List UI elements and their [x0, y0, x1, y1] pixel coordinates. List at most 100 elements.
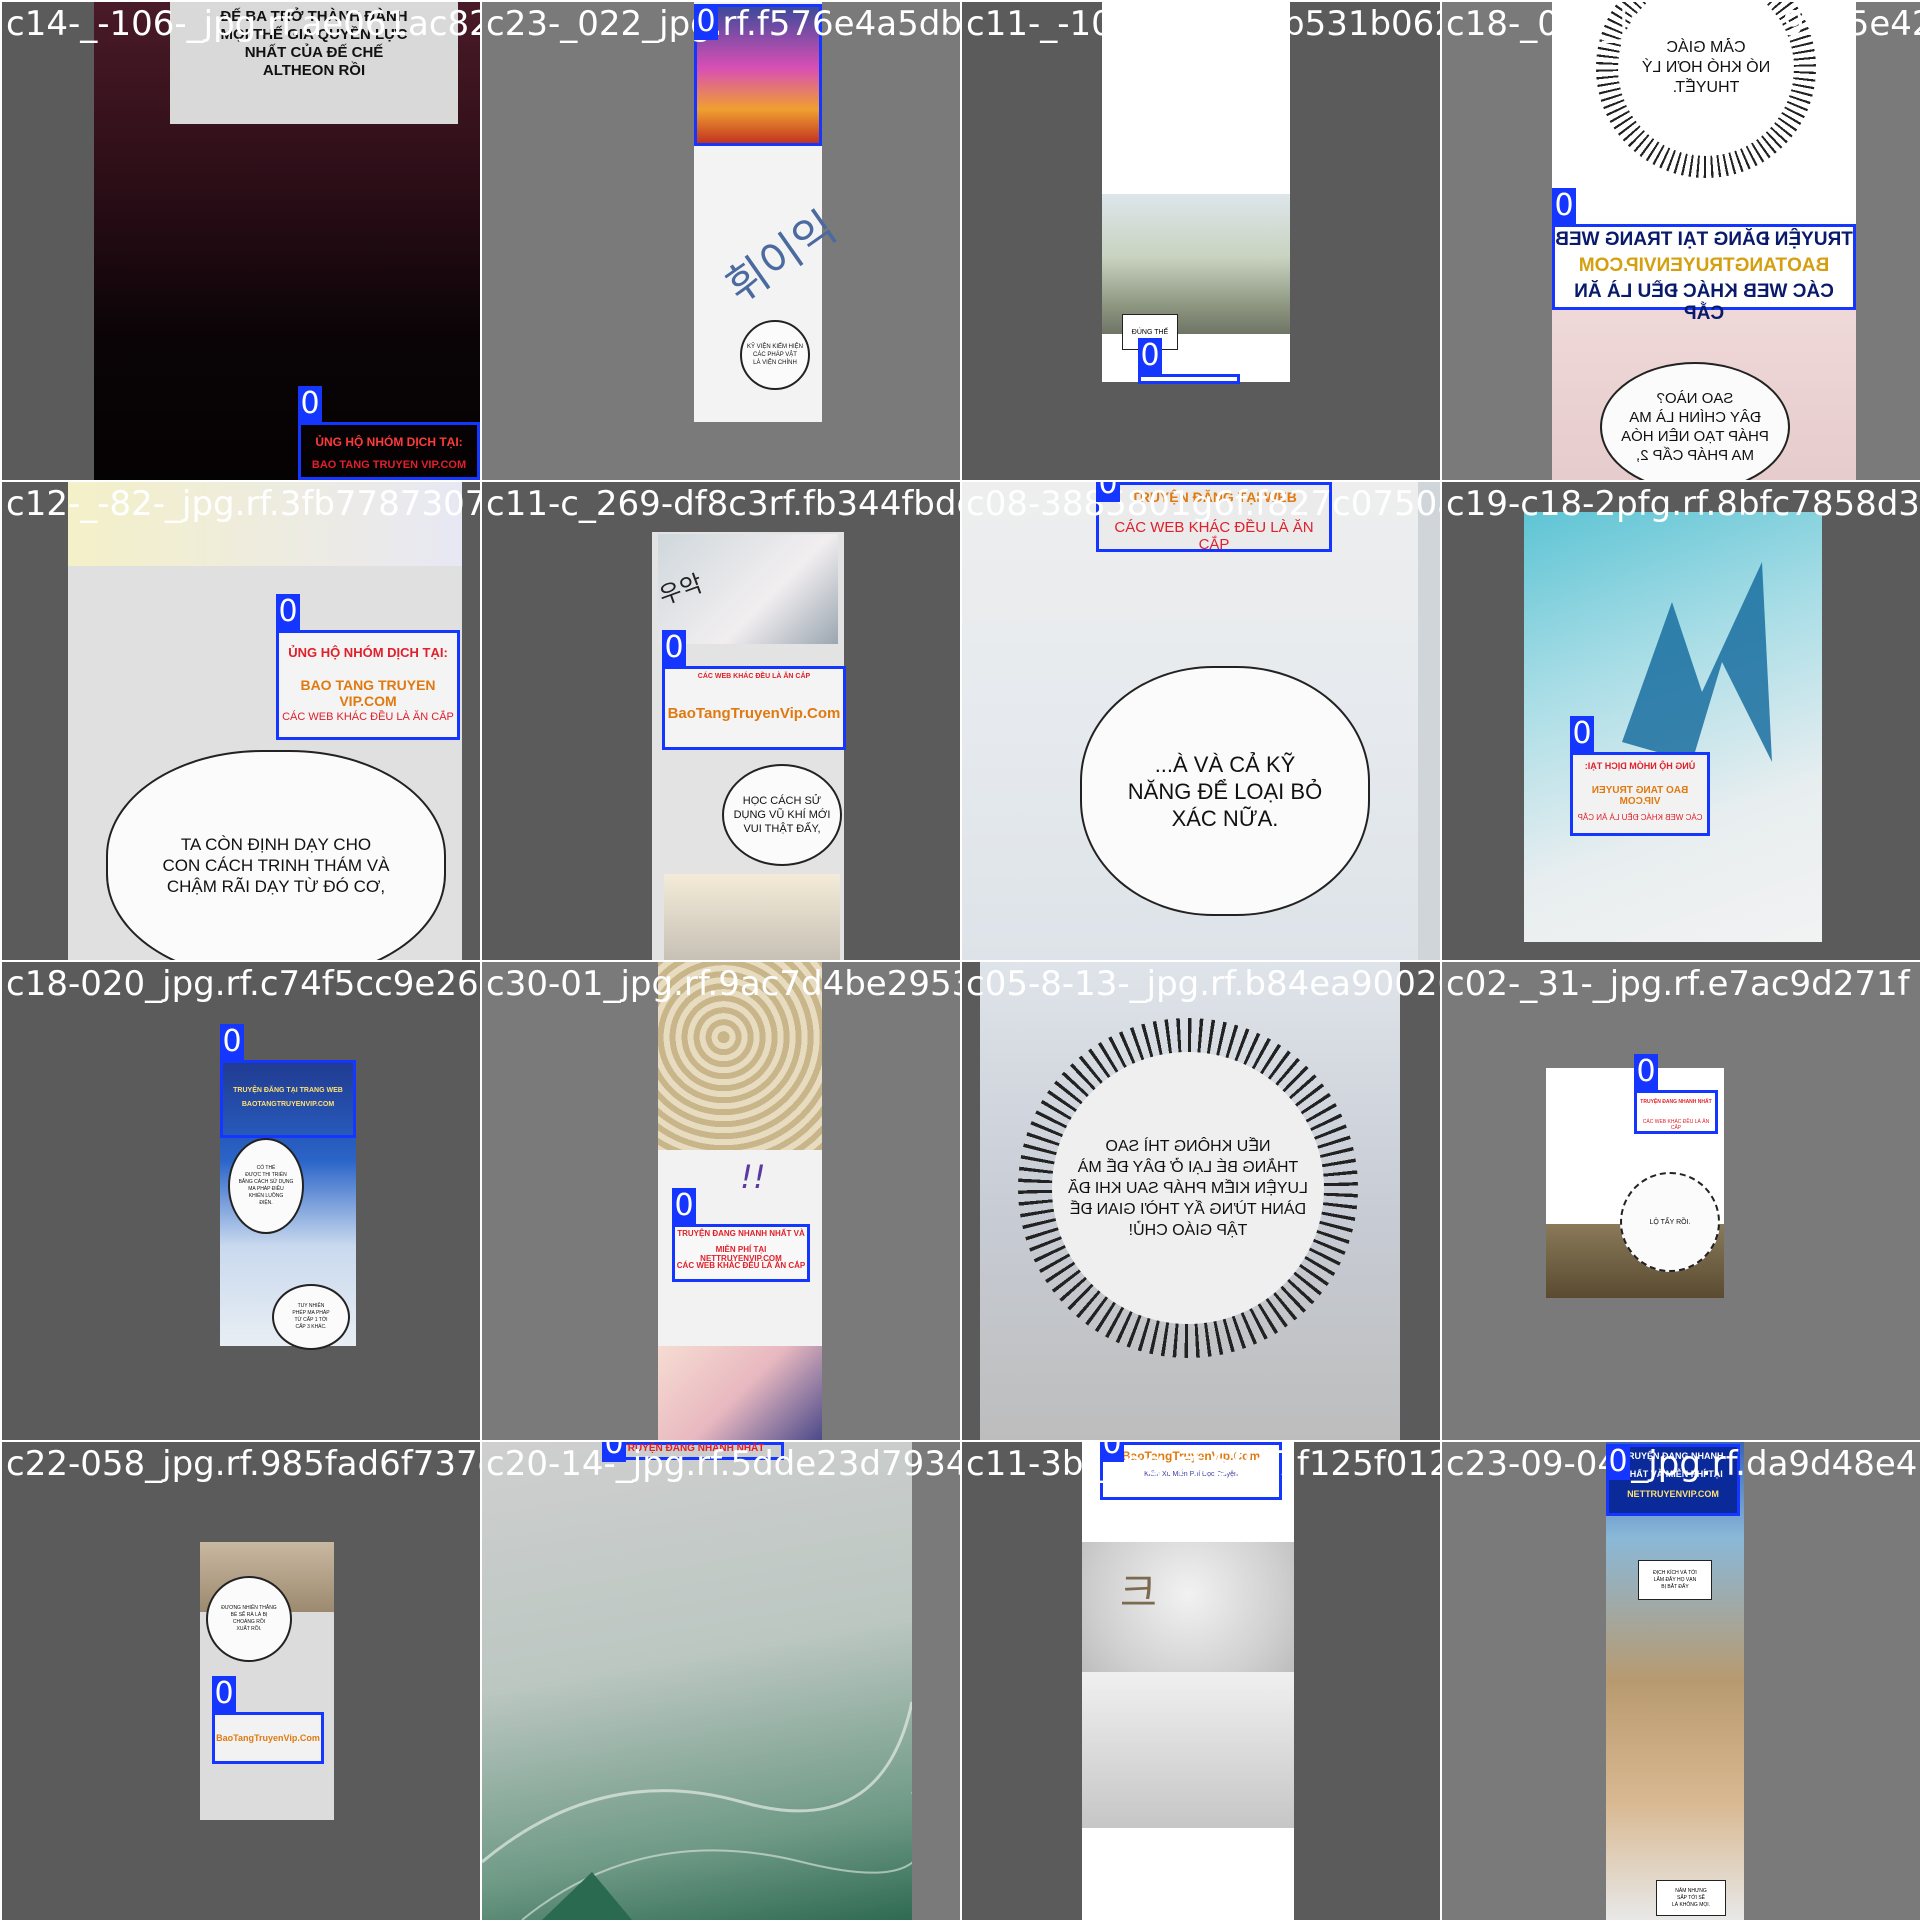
- watermark-line-1: ỦNG HỘ NHÓM DỊCH TẠI:: [315, 435, 463, 449]
- manga-panel-mist: [1082, 1542, 1294, 1672]
- detection-box: TRUYỆN ĐĂNG TẠI WEB CÁC WEB KHÁC ĐỀU LÀ …: [1096, 482, 1332, 553]
- tile-filename: c11-c_269-df8c3rf.fb344fbdd6003: [486, 484, 960, 524]
- bubble-text: NẾU KHÔNG THÌ SAO THẰNG BÉ LẠI Ở ĐÂY ĐỂ …: [1068, 1137, 1308, 1239]
- tile-9: TRUYỆN ĐĂNG TẠI TRANG WEB BAOTANGTRUYENV…: [2, 962, 480, 1440]
- tile-filename: c22-058_jpg.rf.985fad6f737ca: [6, 1444, 480, 1484]
- tile-3: ĐÚNG THẾ 0 c11-_-106-_jpg.rf.8b531b062c1…: [962, 2, 1440, 480]
- watermark-line-2: BAOTANGTRUYENVIP.COM: [1578, 255, 1830, 276]
- detection-box: ỦNG HỘ NHÓM DỊCH TẠI: BAO TANG TRUYEN VI…: [298, 422, 480, 480]
- tile-13: ĐƯƠNG NHIÊN THẰNG BÉ SẼ RÀ LÀ BỊ CHOÁNG …: [2, 1442, 480, 1920]
- box-class-tag: 0: [694, 4, 718, 40]
- box-class-tag: 0: [1100, 1442, 1124, 1462]
- box-class-tag: 0: [1552, 188, 1576, 224]
- bubble-text: LỘ TẨY RỒI.: [1649, 1218, 1691, 1226]
- tile-6: 우악 CÁC WEB KHÁC ĐỀU LÀ ĂN CẮP BaoTangTru…: [482, 482, 960, 960]
- caption-box: ĐỊCH KÍCH VÀ TỚI LẮM ĐÂY HỌ VẠN BỊ BẮT Đ…: [1638, 1560, 1712, 1600]
- bubble-text: TUY NHIÊN PHÉP MA PHÁP TỪ CẤP 1 TỚI CẤP …: [292, 1303, 330, 1330]
- watermark-line-2: CÁC WEB KHÁC ĐỀU LÀ ĂN CẮP: [1114, 519, 1314, 553]
- tile-10: !! TRUYỆN ĐANG NHANH NHẤT VÀ MIỄN PHÍ TẠ…: [482, 962, 960, 1440]
- bubble-text: HỌC CÁCH SỬ DỤNG VŨ KHÍ MỚI VUI THẬT ĐẤY…: [733, 795, 831, 835]
- tile-14: TRUYỆN ĐANG NHANH NHẤT 0 c20-14-_jpg.rf.…: [482, 1442, 960, 1920]
- speech-bubble: TA CÒN ĐỊNH DẠY CHO CON CÁCH TRINH THÁM …: [106, 750, 446, 960]
- detection-box: ỦNG HỘ NHÓM DỊCH TẠI: BAO TANG TRUYEN VI…: [1570, 752, 1710, 836]
- watermark-line-1: BaoTangTruyenVip.Com: [1121, 1449, 1261, 1463]
- box-class-tag: 0: [1570, 716, 1594, 752]
- box-class-tag: 0: [212, 1676, 236, 1712]
- box-class-tag: 0: [672, 1188, 696, 1224]
- swirl-effect: [482, 1701, 912, 1920]
- caption-box: NĂM NHƯNG SẮP TỚI SẼ LÀ KHÔNG MỌI.: [1656, 1880, 1726, 1916]
- watermark-line-1: TRUYỆN ĐANG NHANH NHẤT: [1640, 1099, 1712, 1105]
- bubble-text: ĐỊCH KÍCH VÀ TỚI LẮM ĐÂY HỌ VẠN BỊ BẮT Đ…: [1653, 1569, 1697, 1590]
- detection-box: TRUYỆN ĐĂNG TẠI TRANG WEB BAOTANGTRUYENV…: [220, 1060, 356, 1138]
- watermark-line-3: CÁC WEB KHÁC ĐỀU LÀ ĂN CẮP: [676, 1261, 806, 1270]
- bubble-text: CẢM GIÁC NÓ KHÓ HƠN LÝ THUYẾT.: [1641, 39, 1771, 96]
- detection-box: BaoTangTruyenVip.Com Kiếm Xu Miễn Phí Đọ…: [1100, 1442, 1282, 1500]
- watermark-line-1: TRUYỆN ĐANG NHANH NHẤT: [621, 1443, 765, 1454]
- box-class-tag: 0: [1138, 338, 1162, 374]
- watermark-line-2: BAO TANG TRUYEN VIP.COM: [300, 677, 436, 709]
- tile-5: ỦNG HỘ NHÓM DỊCH TẠI: BAO TANG TRUYEN VI…: [2, 482, 480, 960]
- watermark-line-1: CÁC WEB KHÁC ĐỀU LÀ ĂN CẮP: [697, 673, 811, 680]
- mosaic-grid: ĐẾ BA TRỞ THÀNH ĐÀNH MỌI THẾ GIA QUYỀN L…: [0, 0, 1920, 1920]
- bubble-text: NĂM NHƯNG SẮP TỚI SẼ LÀ KHÔNG MỌI.: [1671, 1887, 1711, 1908]
- watermark-line-1: ỦNG HỘ NHÓM DỊCH TẠI:: [1584, 761, 1696, 771]
- bubble-text: ...À VÀ CẢ KỸ NĂNG ĐỂ LOẠI BỎ XÁC NỮA.: [1127, 751, 1323, 831]
- speech-bubble: ...À VÀ CẢ KỸ NĂNG ĐỂ LOẠI BỎ XÁC NỮA.: [1080, 666, 1370, 916]
- watermark-line-2: BAOTANGTRUYENVIP.COM: [241, 1101, 335, 1108]
- manga-panel-top: [68, 482, 462, 566]
- watermark-line-1: TRUYỆN ĐĂNG TẠI TRANG WEB: [1555, 229, 1853, 250]
- watermark-line-1: TRUYỆN ĐĂNG TẠI WEB: [1131, 489, 1297, 505]
- watermark-line-1: ỦNG HỘ NHÓM DỊCH TẠI:: [288, 645, 448, 660]
- watermark-line-2: CÁC WEB KHÁC ĐỀU LÀ ĂN CẮP: [1642, 1119, 1710, 1131]
- watermark-line-2: BAO TANG TRUYEN VIP.COM: [311, 459, 467, 471]
- bubble-text: ĐƯƠNG NHIÊN THẰNG BÉ SẼ RÀ LÀ BỊ CHOÁNG …: [221, 1605, 277, 1632]
- tile-2: 0 휘이익 KỸ VIỆN KIẾM HIỆN CÁC PHÁP VẬT LÀ …: [482, 2, 960, 480]
- speech-bubble: LỘ TẨY RỒI.: [1620, 1172, 1720, 1272]
- speech-bubble: ĐƯƠNG NHIÊN THẰNG BÉ SẼ RÀ LÀ BỊ CHOÁNG …: [206, 1576, 292, 1662]
- bubble-text: KỸ VIỆN KIẾM HIỆN CÁC PHÁP VẬT LÀ VIỆN C…: [746, 344, 803, 366]
- watermark-line-3: NETTRUYENVIP.COM: [1627, 1489, 1719, 1499]
- detection-box: TRUYỆN ĐANG NHANH NHẤT: [602, 1442, 784, 1460]
- watermark-line-2: BaoTangTruyenVip.Com: [667, 705, 841, 722]
- detection-box: TRUYỆN ĐANG NHANH NHẤT VÀ MIỄN PHÍ TẠI N…: [672, 1224, 810, 1282]
- tile-filename: c02-_31-_jpg.rf.e7ac9d271f: [1446, 964, 1910, 1004]
- detection-box: CÁC WEB KHÁC ĐỀU LÀ ĂN CẮP BaoTangTruyen…: [662, 666, 846, 750]
- box-class-tag: 0: [298, 386, 322, 422]
- watermark-line-3: CÁC WEB KHÁC ĐỀU LÀ ĂN CẮP: [282, 711, 454, 723]
- manga-border-right: [1418, 482, 1440, 960]
- bubble-inner: NẾU KHÔNG THÌ SAO THẰNG BÉ LẠI Ở ĐÂY ĐỂ …: [1052, 1052, 1324, 1324]
- watermark-line-3: CÁC WEB KHÁC ĐỀU LÀ ĂN CẮP: [1577, 813, 1703, 822]
- speech-bubble: SAO NÀO? ĐÂY CHÍNH LÀ MA PHÁP TẠO NÊN HÓ…: [1600, 362, 1790, 480]
- tile-filename: c18-020_jpg.rf.c74f5cc9e26a: [6, 964, 480, 1004]
- box-class-tag: 0: [602, 1442, 626, 1462]
- detection-box: TRUYỆN ĐĂNG TẠI TRANG WEB BAOTANGTRUYENV…: [1552, 224, 1856, 324]
- watermark-line-1: TRUYỆN ĐANG NHANH NHẤT VÀ: [677, 1229, 805, 1238]
- watermark-line-1: TRUYỆN ĐĂNG TẠI TRANG WEB: [233, 1087, 343, 1094]
- speech-bubble: TUY NHIÊN PHÉP MA PHÁP TỪ CẤP 1 TỚI CẤP …: [272, 1284, 350, 1350]
- box-class-tag: 0: [1634, 1054, 1658, 1090]
- detection-box: BaoTangTruyenVip.Com: [212, 1712, 324, 1764]
- box-class-tag: 0: [1606, 1444, 1630, 1480]
- detection-box: ỦNG HỘ NHÓM DỊCH TẠI: BAO TANG TRUYEN VI…: [276, 630, 460, 740]
- box-class-tag: 0: [220, 1024, 244, 1060]
- tile-16: TRUYỆN ĐANG NHANH NHẤT VÀ MIỄN PHÍ TẠI N…: [1442, 1442, 1920, 1920]
- speech-bubble: CÓ THỂ ĐƯỢC THI TRIỂN BẰNG CÁCH SỬ DỤNG …: [228, 1138, 304, 1234]
- bubble-text: CÓ THỂ ĐƯỢC THI TRIỂN BẰNG CÁCH SỬ DỤNG …: [238, 1165, 294, 1206]
- bubble-text: ĐÚNG THẾ: [1131, 328, 1169, 336]
- tile-15: 크 BaoTangTruyenVip.Com Kiếm Xu Miễn Phí …: [962, 1442, 1440, 1920]
- sfx-text: !!: [740, 1158, 766, 1196]
- bubble-text: SAO NÀO? ĐÂY CHÍNH LÀ MA PHÁP TẠO NÊN HÓ…: [1621, 390, 1769, 464]
- sfx-text: 크: [1120, 1570, 1157, 1616]
- watermark-line-3: CÁC WEB KHÁC ĐỀU LÀ ĂN CẮP: [1574, 281, 1834, 324]
- manga-panel-landscape: [1102, 194, 1290, 334]
- caption-panel: ĐẾ BA TRỞ THÀNH ĐÀNH MỌI THẾ GIA QUYỀN L…: [170, 2, 458, 124]
- bubble-text: TA CÒN ĐỊNH DẠY CHO CON CÁCH TRINH THÁM …: [162, 834, 390, 896]
- watermark-line-2: Kiếm Xu Miễn Phí Đọc Truyện: [1144, 1471, 1238, 1478]
- tile-7: TRUYỆN ĐĂNG TẠI WEB CÁC WEB KHÁC ĐỀU LÀ …: [962, 482, 1440, 960]
- manga-panel-carriage: [1082, 1672, 1294, 1828]
- tile-11: NẾU KHÔNG THÌ SAO THẰNG BÉ LẠI Ở ĐÂY ĐỂ …: [962, 962, 1440, 1440]
- caption-text: ĐẾ BA TRỞ THÀNH ĐÀNH MỌI THẾ GIA QUYỀN L…: [220, 8, 408, 79]
- manga-panel-fight: [658, 962, 822, 1150]
- watermark-line-2: BAO TANG TRUYEN VIP.COM: [1591, 785, 1689, 807]
